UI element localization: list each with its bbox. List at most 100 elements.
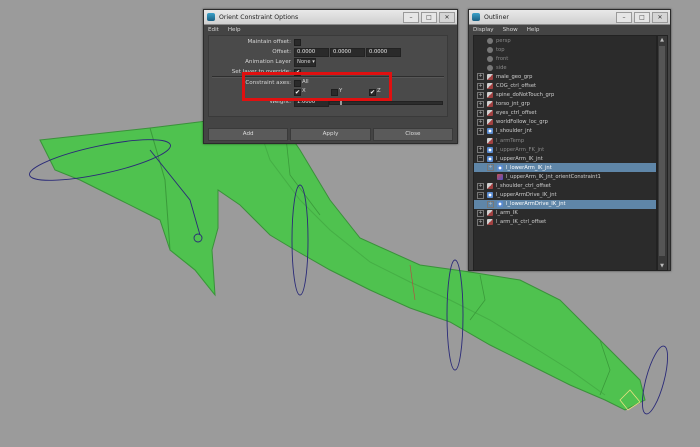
outliner-item[interactable]: − l_upperArmDrive_IK_jnt [474, 191, 656, 200]
menu-show[interactable]: Show [503, 27, 518, 33]
outliner-item[interactable]: + torso_jnt_grp [474, 100, 656, 109]
outliner-item[interactable]: + eyes_ctrl_offset [474, 109, 656, 118]
outliner-item-label: l_upperArmDrive_IK_jnt [496, 192, 557, 199]
outliner-item[interactable]: l_armTemp [474, 136, 656, 145]
outliner-item[interactable]: front [474, 54, 656, 63]
scroll-down-icon[interactable]: ▼ [659, 263, 665, 269]
expand-toggle-icon[interactable]: + [477, 100, 484, 108]
camera-icon [487, 46, 493, 53]
outliner-item[interactable]: top [474, 45, 656, 54]
menu-display[interactable]: Display [473, 27, 494, 33]
animation-layer-value: None [297, 59, 311, 65]
outliner-item-label: l_upperArm_IK_jnt [496, 155, 543, 162]
group-icon [487, 210, 493, 217]
expand-toggle-icon[interactable]: + [477, 73, 484, 81]
animation-layer-dropdown[interactable]: None ▾ [294, 58, 316, 67]
outliner-item-label: eyes_ctrl_offset [496, 110, 537, 117]
outliner-list[interactable]: persp top front side + male_geo_grp + COG_ctrl_… [473, 35, 657, 271]
group-icon [487, 92, 493, 99]
outliner-item[interactable]: + l_shoulder_ctrl_offset [474, 182, 656, 191]
outliner-item[interactable]: + male_geo_grp [474, 72, 656, 81]
maximize-icon[interactable]: □ [421, 12, 437, 23]
outliner-item-label: l_lowerArmDrive_IK_jnt [506, 201, 566, 208]
close-icon[interactable]: ✕ [439, 12, 455, 23]
outliner-item[interactable]: + worldFollow_loc_grp [474, 118, 656, 127]
outliner-item[interactable]: + COG_ctrl_offset [474, 81, 656, 90]
maya-icon [207, 13, 215, 21]
outliner-menu-bar: Display Show Help [469, 25, 670, 35]
expand-toggle-icon[interactable]: + [477, 127, 484, 135]
maintain-offset-checkbox[interactable] [294, 39, 301, 46]
outliner-item[interactable]: + l_arm_IK [474, 209, 656, 218]
group-icon [487, 119, 493, 126]
expand-toggle-icon[interactable]: + [477, 146, 484, 154]
menu-help[interactable]: Help [228, 27, 241, 33]
weight-slider-track[interactable] [329, 101, 443, 105]
expand-toggle-icon[interactable]: + [477, 91, 484, 99]
close-icon[interactable]: ✕ [652, 12, 668, 23]
outliner-item[interactable]: l_upperArm_IK_jnt_orientConstraint1 [474, 172, 656, 181]
outliner-item[interactable]: + l_upperArm_FK_jnt [474, 145, 656, 154]
expand-toggle-icon[interactable]: + [477, 209, 484, 217]
outliner-item[interactable]: persp [474, 36, 656, 45]
outliner-item-label: male_geo_grp [496, 73, 533, 80]
offset-x-field[interactable]: 0.0000 [294, 48, 329, 57]
outliner-item-label: l_lowerArm_IK_jnt [506, 164, 552, 171]
menu-help[interactable]: Help [527, 27, 540, 33]
outliner-item-label: spine_doNotTouch_grp [496, 92, 555, 99]
group-icon [487, 73, 493, 80]
expand-toggle-icon[interactable]: − [477, 191, 484, 199]
group-icon [487, 83, 493, 90]
group-icon [487, 219, 493, 226]
expand-toggle-icon[interactable]: + [477, 118, 484, 126]
outliner-window[interactable]: Outliner – □ ✕ Display Show Help persp to… [468, 9, 671, 271]
add-button[interactable]: Add [208, 128, 289, 141]
expand-toggle-icon[interactable]: + [477, 218, 484, 226]
outliner-item[interactable]: + l_shoulder_jnt [474, 127, 656, 136]
menu-edit[interactable]: Edit [208, 27, 219, 33]
outliner-item[interactable]: side [474, 63, 656, 72]
offset-y-field[interactable]: 0.0000 [330, 48, 365, 57]
expand-toggle-icon[interactable]: + [477, 182, 484, 190]
joint-icon [487, 192, 493, 199]
outliner-item-label: top [496, 46, 505, 53]
apply-button[interactable]: Apply [290, 128, 371, 141]
outliner-item-label: l_shoulder_ctrl_offset [496, 183, 551, 190]
outliner-item-label: front [496, 55, 509, 62]
outliner-title-bar[interactable]: Outliner – □ ✕ [469, 10, 670, 25]
maximize-icon[interactable]: □ [634, 12, 650, 23]
group-icon [487, 110, 493, 117]
outliner-item[interactable]: + l_arm_IK_ctrl_offset [474, 218, 656, 227]
outliner-scrollbar[interactable]: ▲ ▼ [657, 35, 668, 271]
offset-label: Offset: [272, 49, 291, 55]
group-icon [487, 137, 493, 144]
outliner-item[interactable]: + l_lowerArmDrive_IK_jnt [474, 199, 656, 209]
expand-toggle-icon[interactable]: + [477, 82, 484, 90]
expand-toggle-icon[interactable]: + [487, 200, 494, 208]
outliner-item[interactable]: + spine_doNotTouch_grp [474, 91, 656, 100]
close-button[interactable]: Close [372, 128, 453, 141]
expand-toggle-icon[interactable]: + [477, 109, 484, 117]
outliner-window-title: Outliner [484, 13, 509, 21]
minimize-icon[interactable]: – [403, 12, 419, 23]
scrollbar-thumb[interactable] [659, 46, 665, 256]
expand-toggle-icon[interactable]: − [477, 155, 484, 163]
outliner-item-label: l_arm_IK_ctrl_offset [496, 219, 547, 226]
outliner-item-label: COG_ctrl_offset [496, 83, 537, 90]
outliner-item-label: l_arm_IK [496, 210, 518, 217]
joint-icon [487, 155, 493, 162]
outliner-item[interactable]: + l_lowerArm_IK_jnt [474, 163, 656, 173]
outliner-item-label: l_armTemp [496, 137, 525, 144]
expand-toggle-icon[interactable]: + [487, 164, 494, 172]
outliner-item-label: worldFollow_loc_grp [496, 119, 548, 126]
minimize-icon[interactable]: – [616, 12, 632, 23]
outliner-item[interactable]: − l_upperArm_IK_jnt [474, 154, 656, 163]
outliner-item-label: l_shoulder_jnt [496, 128, 532, 135]
outliner-item-label: persp [496, 37, 511, 44]
constraint-icon [497, 173, 503, 180]
orient-window-title: Orient Constraint Options [219, 13, 299, 21]
offset-z-field[interactable]: 0.0000 [366, 48, 401, 57]
orient-title-bar[interactable]: Orient Constraint Options – □ ✕ [204, 10, 457, 25]
constraint-axes-highlight-box [242, 72, 392, 101]
scroll-up-icon[interactable]: ▲ [659, 37, 665, 43]
